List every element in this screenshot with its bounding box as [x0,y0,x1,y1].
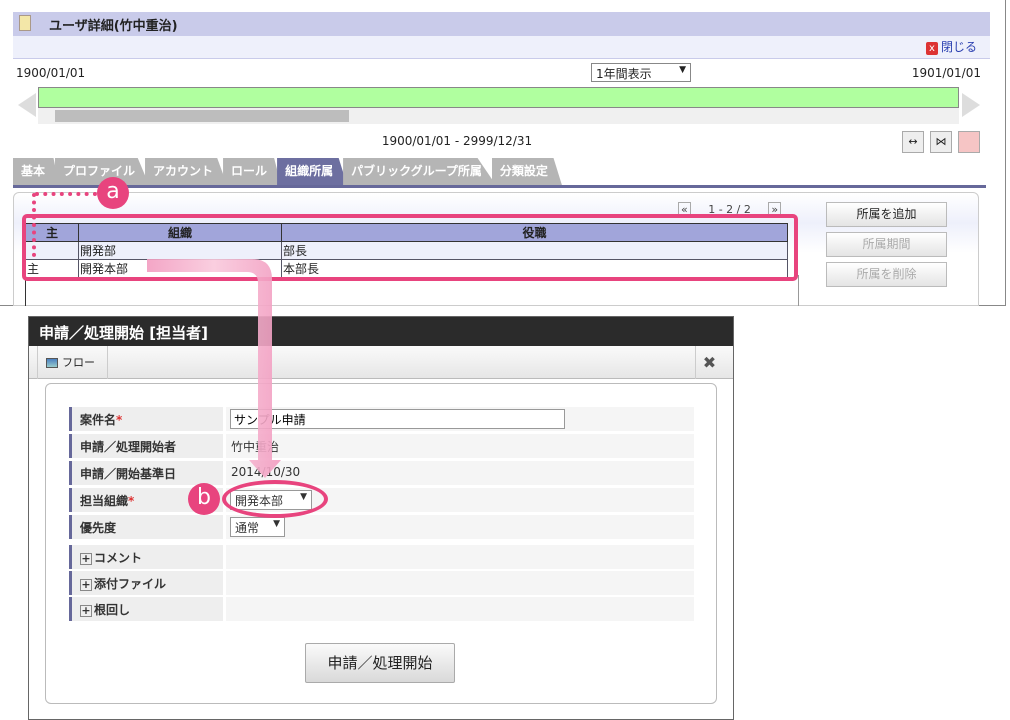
annotation-highlight-b [222,480,328,518]
annotation-arrow [147,259,281,478]
annotation-marker-b: b [188,483,220,515]
arrow-shaft [147,259,281,478]
